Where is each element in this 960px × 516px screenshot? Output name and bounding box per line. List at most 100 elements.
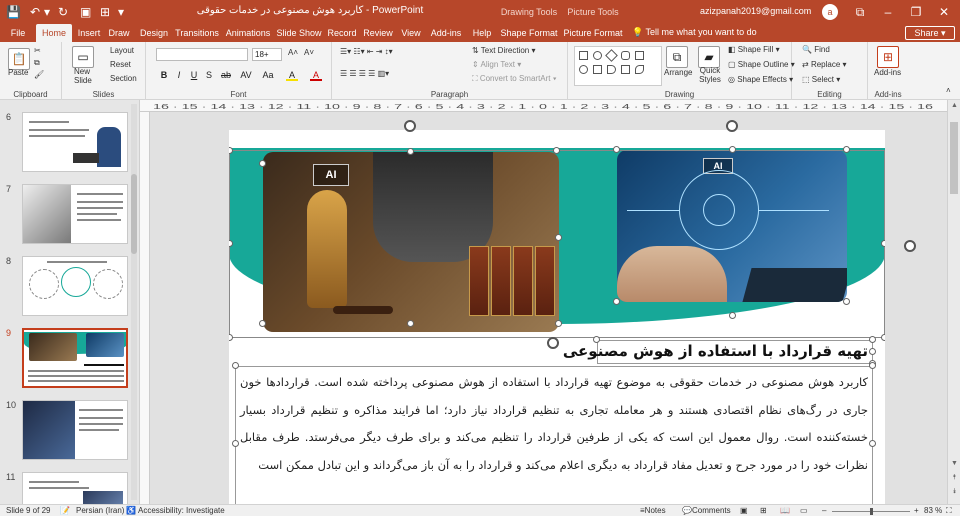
- spelling-icon[interactable]: 📝: [60, 505, 70, 516]
- resize-handle[interactable]: [232, 362, 239, 369]
- thumbnail-slide-9[interactable]: [22, 328, 128, 388]
- scroll-down-icon[interactable]: ▼: [948, 460, 960, 470]
- resize-handle[interactable]: [593, 336, 600, 343]
- rotate-handle-icon[interactable]: [904, 240, 916, 252]
- convert-smartart-button[interactable]: ⛶ Convert to SmartArt ▾: [472, 74, 557, 84]
- resize-handle[interactable]: [259, 320, 266, 327]
- align-text-button[interactable]: ⇕ Align Text ▾: [472, 60, 521, 69]
- arrange-button[interactable]: Arrange: [664, 68, 692, 77]
- quick-styles-button[interactable]: Quick Styles: [696, 66, 724, 84]
- underline-button[interactable]: U: [188, 69, 200, 81]
- section-button[interactable]: Section: [110, 74, 137, 83]
- replace-button[interactable]: ⇄ Replace ▾: [802, 60, 847, 69]
- tab-picture-format[interactable]: Picture Format: [562, 24, 624, 42]
- arrow-shape-icon[interactable]: [607, 65, 616, 74]
- quick-styles-icon[interactable]: ▰: [698, 46, 720, 68]
- shape-effects-button[interactable]: ◎ Shape Effects ▾: [728, 75, 793, 84]
- shape-outline-button[interactable]: ▢ Shape Outline ▾: [728, 60, 795, 69]
- tab-home[interactable]: Home: [36, 24, 72, 42]
- title-placeholder[interactable]: تهیه قرارداد با استفاده از هوش مصنوعی: [563, 340, 873, 364]
- star-shape-icon[interactable]: [621, 65, 630, 74]
- character-spacing-button[interactable]: AV: [238, 69, 254, 81]
- tab-insert[interactable]: Insert: [74, 24, 104, 42]
- comments-button[interactable]: 💬 Comments: [682, 505, 731, 516]
- accessibility-status[interactable]: Accessibility: Investigate: [138, 505, 225, 516]
- presentation-icon[interactable]: ▣: [80, 4, 91, 20]
- font-color-button[interactable]: A: [310, 69, 322, 81]
- new-slide-button[interactable]: New Slide: [74, 67, 98, 85]
- close-icon[interactable]: ✕: [930, 0, 958, 24]
- undo-icon[interactable]: ↶: [30, 4, 40, 20]
- tab-draw[interactable]: Draw: [106, 24, 132, 42]
- ribbon-display-options-icon[interactable]: ⧉: [846, 0, 874, 24]
- thumbnail-slide-8[interactable]: [22, 256, 128, 316]
- resize-handle[interactable]: [869, 348, 876, 355]
- save-icon[interactable]: 💾: [6, 4, 21, 20]
- collapse-ribbon-icon[interactable]: ˄: [946, 86, 951, 95]
- resize-handle[interactable]: [869, 336, 876, 343]
- reset-button[interactable]: Reset: [110, 60, 131, 69]
- add-ins-button[interactable]: Add-ins: [874, 68, 901, 77]
- scroll-up-icon[interactable]: ▲: [948, 102, 960, 112]
- slide-sorter-icon[interactable]: ⊞: [760, 505, 767, 516]
- body-text-placeholder[interactable]: کاربرد هوش مصنوعی در خدمات حقوقی به موضو…: [235, 366, 873, 504]
- resize-handle[interactable]: [553, 147, 560, 154]
- resize-handle[interactable]: [843, 146, 850, 153]
- increase-font-icon[interactable]: A˄: [288, 48, 298, 57]
- resize-handle[interactable]: [229, 334, 233, 341]
- bullets-icon[interactable]: ☰▾ ☷▾ ⇤ ⇥ ↕▾: [340, 47, 393, 56]
- highlight-button[interactable]: A: [286, 69, 298, 81]
- tab-record[interactable]: Record: [326, 24, 358, 42]
- normal-view-icon[interactable]: ▣: [740, 505, 748, 516]
- resize-handle[interactable]: [729, 312, 736, 319]
- language-indicator[interactable]: Persian (Iran): [76, 505, 124, 516]
- tab-view[interactable]: View: [398, 24, 424, 42]
- thumbnail-slide-6[interactable]: [22, 112, 128, 172]
- paste-icon[interactable]: 📋: [8, 48, 30, 70]
- tab-add-ins[interactable]: Add-ins: [428, 24, 464, 42]
- tab-help[interactable]: Help: [468, 24, 496, 42]
- add-ins-icon[interactable]: ⊞: [877, 46, 899, 68]
- cut-icon[interactable]: ✂: [34, 46, 41, 55]
- resize-handle[interactable]: [259, 160, 266, 167]
- thumbnail-slide-7[interactable]: [22, 184, 128, 244]
- reading-view-icon[interactable]: 📖: [780, 505, 790, 516]
- thumbnail-scrollbar[interactable]: [131, 104, 137, 500]
- resize-handle[interactable]: [555, 320, 562, 327]
- next-slide-icon[interactable]: ⯯: [948, 488, 960, 498]
- resize-handle[interactable]: [881, 334, 885, 341]
- font-size-field[interactable]: 18+: [252, 48, 282, 61]
- layout-button[interactable]: Layout: [110, 46, 134, 55]
- avatar[interactable]: a: [822, 4, 838, 20]
- vertical-scroll-thumb[interactable]: [950, 122, 958, 194]
- slide-show-icon[interactable]: ▭: [800, 505, 808, 516]
- tab-slide-show[interactable]: Slide Show: [276, 24, 322, 42]
- slide-thumbnail-pane[interactable]: 6 7 8 9 10 11: [0, 100, 140, 504]
- tab-file[interactable]: File: [4, 24, 32, 42]
- change-case-button[interactable]: Aa: [260, 69, 276, 81]
- undo-dropdown-icon[interactable]: ▾: [44, 4, 50, 20]
- resize-handle[interactable]: [869, 362, 876, 369]
- rounded-rect-shape-icon[interactable]: [621, 51, 630, 60]
- tab-design[interactable]: Design: [136, 24, 172, 42]
- tab-shape-format[interactable]: Shape Format: [500, 24, 558, 42]
- leaf-shape-icon[interactable]: [635, 65, 644, 74]
- oval-shape-icon[interactable]: [593, 51, 602, 60]
- slide[interactable]: AI AI تهیه قرارداد با استفاده از هوش مصن…: [229, 130, 885, 504]
- previous-slide-icon[interactable]: ⯭: [948, 474, 960, 484]
- tab-transitions[interactable]: Transitions: [174, 24, 220, 42]
- shapes-gallery[interactable]: [574, 46, 662, 86]
- quick-access-customize-icon[interactable]: ▾: [118, 4, 124, 20]
- zoom-level[interactable]: 83 %: [924, 505, 942, 516]
- slide-body-text[interactable]: کاربرد هوش مصنوعی در خدمات حقوقی به موضو…: [240, 369, 868, 479]
- resize-handle[interactable]: [407, 148, 414, 155]
- fit-to-window-icon[interactable]: ⛶: [946, 505, 952, 516]
- italic-button[interactable]: I: [173, 69, 185, 81]
- resize-handle[interactable]: [613, 146, 620, 153]
- new-slide-icon[interactable]: ▭: [72, 46, 94, 68]
- resize-handle[interactable]: [869, 440, 876, 447]
- shadow-button[interactable]: S: [203, 69, 215, 81]
- zoom-out-icon[interactable]: –: [822, 505, 826, 516]
- square-shape-icon[interactable]: [593, 65, 602, 74]
- bold-button[interactable]: B: [158, 69, 170, 81]
